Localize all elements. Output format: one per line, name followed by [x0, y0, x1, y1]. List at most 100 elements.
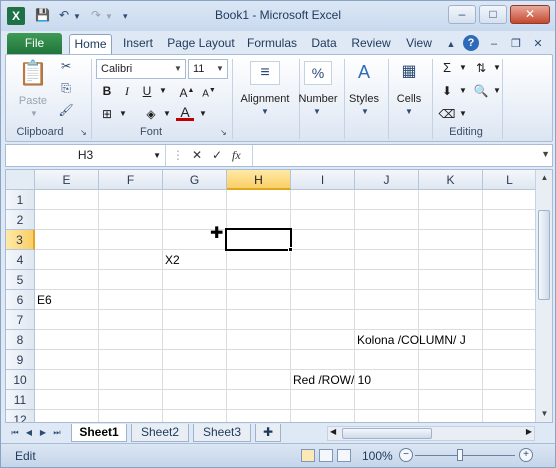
font-grow-icon[interactable]: A▲: [178, 82, 196, 100]
number-button[interactable]: Number: [296, 93, 340, 105]
column-header-j[interactable]: J: [355, 170, 419, 190]
borders-dropdown-icon[interactable]: ▼: [114, 105, 132, 123]
name-box[interactable]: H3 ▼: [6, 145, 166, 166]
insert-function-icon[interactable]: fx: [232, 148, 241, 163]
autosum-dropdown-icon[interactable]: ▼: [454, 59, 472, 77]
chevron-down-icon[interactable]: ▼: [402, 107, 416, 116]
expand-formula-bar-icon[interactable]: ▼: [541, 149, 550, 159]
zoom-slider-track[interactable]: [415, 455, 515, 456]
row-header-3[interactable]: 3: [6, 230, 35, 250]
prev-sheet-icon[interactable]: ◀: [23, 426, 35, 440]
row-header-7[interactable]: 7: [6, 310, 35, 330]
workbook-close-icon[interactable]: ✕: [531, 37, 545, 51]
workbook-restore-icon[interactable]: ❐: [509, 37, 523, 51]
row-header-2[interactable]: 2: [6, 210, 35, 230]
column-header-f[interactable]: F: [99, 170, 163, 190]
page-break-view-icon[interactable]: [337, 449, 351, 462]
chevron-down-icon[interactable]: ▼: [153, 145, 161, 166]
scroll-down-icon[interactable]: ▼: [537, 406, 552, 422]
underline-dropdown-icon[interactable]: ▼: [154, 82, 172, 100]
tab-review[interactable]: Review: [347, 34, 395, 55]
column-header-e[interactable]: E: [35, 170, 99, 190]
copy-icon[interactable]: ⎘: [58, 81, 74, 96]
row-header-6[interactable]: 6: [6, 290, 35, 310]
font-color-icon[interactable]: A: [176, 103, 194, 121]
minimize-ribbon-icon[interactable]: ▲: [444, 37, 458, 51]
cell-g4[interactable]: X2: [165, 250, 180, 270]
chevron-down-icon[interactable]: ▼: [358, 107, 372, 116]
page-layout-view-icon[interactable]: [319, 449, 333, 462]
row-header-10[interactable]: 10: [6, 370, 35, 390]
zoom-slider-thumb[interactable]: [457, 449, 463, 461]
cell-i10[interactable]: Red /ROW/ 10: [293, 370, 371, 390]
chevron-down-icon[interactable]: ▼: [172, 61, 184, 77]
clear-dropdown-icon[interactable]: ▼: [454, 105, 472, 123]
enter-icon[interactable]: ✓: [212, 148, 222, 162]
last-sheet-icon[interactable]: ⏭: [51, 426, 63, 440]
row-header-4[interactable]: 4: [6, 250, 35, 270]
chevron-down-icon[interactable]: ▼: [214, 61, 226, 77]
row-header-9[interactable]: 9: [6, 350, 35, 370]
zoom-level[interactable]: 100%: [362, 449, 393, 463]
vertical-scrollbar[interactable]: ▲ ▼: [535, 170, 552, 422]
italic-button[interactable]: I: [118, 82, 136, 100]
row-header-8[interactable]: 8: [6, 330, 35, 350]
fill-handle[interactable]: [288, 247, 293, 252]
column-header-g[interactable]: G: [163, 170, 227, 190]
cell-e6[interactable]: E6: [37, 290, 52, 310]
cells-icon[interactable]: ▦: [396, 61, 422, 85]
font-shrink-icon[interactable]: A▼: [200, 82, 218, 100]
row-header-1[interactable]: 1: [6, 190, 35, 210]
horizontal-scroll-thumb[interactable]: [342, 428, 432, 439]
select-all-button[interactable]: [6, 170, 35, 190]
paste-button[interactable]: Paste: [16, 95, 50, 107]
fill-dropdown-icon[interactable]: ▼: [454, 82, 472, 100]
sheet-tab-sheet1[interactable]: Sheet1: [71, 424, 127, 442]
font-launcher-icon[interactable]: ↘: [220, 128, 227, 137]
sheet-tab-sheet3[interactable]: Sheet3: [193, 424, 251, 442]
vertical-scroll-thumb[interactable]: [538, 210, 550, 300]
scroll-left-icon[interactable]: ◀: [330, 427, 336, 436]
first-sheet-icon[interactable]: ⏮: [9, 426, 21, 440]
minimize-button[interactable]: –: [448, 5, 476, 24]
clipboard-launcher-icon[interactable]: ↘: [80, 128, 87, 137]
alignment-button[interactable]: Alignment: [236, 93, 294, 105]
worksheet-grid[interactable]: E F G H I J K L 1 2 3 4 5 6 7 8 9 10 11 …: [5, 169, 553, 423]
scroll-up-icon[interactable]: ▲: [537, 170, 552, 186]
maximize-button[interactable]: □: [479, 5, 507, 24]
sheet-tab-sheet2[interactable]: Sheet2: [131, 424, 189, 442]
tab-view[interactable]: View: [401, 34, 437, 55]
format-painter-icon[interactable]: 🖌: [58, 103, 74, 117]
tab-data[interactable]: Data: [307, 34, 341, 55]
row-header-12[interactable]: 12: [6, 410, 35, 422]
font-name-combo[interactable]: Calibri ▼: [96, 59, 186, 79]
tab-insert[interactable]: Insert: [117, 34, 159, 55]
bold-button[interactable]: B: [98, 82, 116, 100]
chevron-down-icon[interactable]: ▼: [310, 107, 324, 116]
horizontal-scrollbar[interactable]: ◀ ▶: [327, 426, 535, 441]
column-header-h[interactable]: H: [227, 170, 291, 190]
next-sheet-icon[interactable]: ▶: [37, 426, 49, 440]
styles-icon[interactable]: A: [351, 61, 377, 85]
zoom-in-icon[interactable]: +: [519, 448, 533, 462]
column-header-k[interactable]: K: [419, 170, 483, 190]
tab-formulas[interactable]: Formulas: [243, 34, 301, 55]
alignment-icon[interactable]: ≡: [250, 61, 280, 85]
tab-file[interactable]: File: [7, 33, 62, 54]
paste-icon[interactable]: 📋: [18, 59, 48, 89]
cut-icon[interactable]: ✂: [58, 59, 74, 73]
column-header-i[interactable]: I: [291, 170, 355, 190]
find-dropdown-icon[interactable]: ▼: [488, 82, 506, 100]
selected-cell-h3[interactable]: [225, 228, 292, 251]
chevron-down-icon[interactable]: ▼: [258, 107, 272, 116]
insert-sheet-icon[interactable]: ✚: [255, 424, 281, 442]
close-button[interactable]: ✕: [510, 5, 550, 24]
column-header-l[interactable]: L: [483, 170, 537, 190]
number-format-icon[interactable]: %: [304, 61, 332, 85]
tab-page-layout[interactable]: Page Layout: [165, 34, 237, 55]
formula-input[interactable]: [252, 145, 534, 166]
normal-view-icon[interactable]: [301, 449, 315, 462]
row-header-11[interactable]: 11: [6, 390, 35, 410]
font-color-dropdown-icon[interactable]: ▼: [194, 105, 212, 123]
sort-dropdown-icon[interactable]: ▼: [488, 59, 506, 77]
